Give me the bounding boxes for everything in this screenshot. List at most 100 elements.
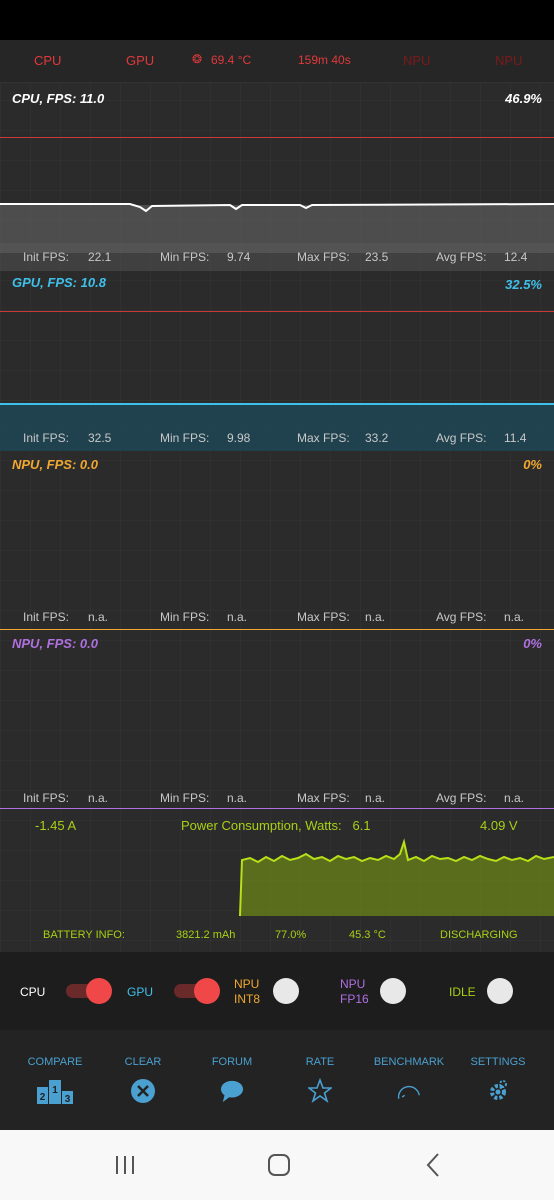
npu-indicator-1: NPU (403, 53, 431, 68)
thermometer-icon: ❂ (192, 52, 203, 66)
forum-button[interactable]: FORUM (186, 1030, 278, 1130)
gpu-max-label: Max FPS: (297, 431, 350, 445)
npu-fp16-min-value: n.a. (227, 791, 248, 805)
gpu-avg-label: Avg FPS: (436, 431, 487, 445)
cpu-avg-value: 12.4 (504, 250, 528, 264)
status-bar (0, 0, 554, 40)
npu-indicator-2: NPU (495, 53, 523, 68)
podium-third: 3 (65, 1094, 71, 1104)
recent-apps-icon[interactable] (105, 1148, 145, 1182)
compare-button[interactable]: COMPARE 2 1 3 (9, 1030, 101, 1130)
npu-int8-fps: 0.0 (79, 457, 98, 472)
settings-button[interactable]: SETTINGS (452, 1030, 544, 1130)
npu-fp16-title: NPU, FPS: 0.0 (12, 636, 98, 651)
npu-int8-toggle-label: NPU INT8 (234, 977, 261, 1006)
podium-second: 2 (40, 1092, 46, 1103)
cpu-max-label: Max FPS: (297, 250, 350, 264)
npu-fp16-avg-value: n.a. (504, 791, 525, 805)
npu-fp16-max-value: n.a. (365, 791, 386, 805)
gpu-toggle[interactable] (174, 978, 226, 1004)
star-icon (308, 1078, 332, 1104)
cpu-toggle-label: CPU (20, 985, 46, 999)
battery-info: BATTERY INFO: 3821.2 mAh 77.0% 45.3 °C D… (0, 920, 554, 950)
cpu-stats: Init FPS: 22.1 Min FPS: 9.74 Max FPS: 23… (0, 243, 554, 271)
npu-fp16-toggle[interactable] (379, 978, 431, 1004)
chat-bubble-icon (220, 1080, 244, 1103)
cpu-max-value: 23.5 (365, 250, 389, 264)
power-graph-fill (240, 842, 554, 916)
npu-int8-max-value: n.a. (365, 610, 386, 624)
rate-button[interactable]: RATE (274, 1030, 366, 1130)
battery-level: 77.0% (275, 929, 307, 941)
cpu-toggle[interactable] (66, 978, 118, 1004)
gear-icon (490, 1080, 507, 1100)
app-area: CPU GPU ❂ 69.4 °C 159m 40s NPU NPU CPU, … (0, 40, 554, 1130)
gpu-avg-value: 11.4 (504, 431, 527, 445)
npu-fp16-load: 0% (523, 636, 542, 651)
battery-status: DISCHARGING (440, 929, 518, 941)
top-bar: CPU GPU ❂ 69.4 °C 159m 40s NPU NPU (0, 40, 554, 83)
home-icon[interactable] (259, 1148, 299, 1182)
compare-label: COMPARE (27, 1056, 83, 1068)
gpu-max-value: 33.2 (365, 431, 389, 445)
gpu-init-label: Init FPS: (23, 431, 70, 445)
cpu-min-label: Min FPS: (160, 250, 210, 264)
npu-fp16-stats: Init FPS: n.a. Min FPS: n.a. Max FPS: n.… (0, 788, 554, 808)
npu-int8-avg-label: Avg FPS: (436, 610, 487, 624)
cpu-min-value: 9.74 (227, 250, 251, 264)
npu-fp16-toggle-label: NPU FP16 (340, 977, 369, 1006)
npu-int8-init-value: n.a. (88, 610, 109, 624)
idle-toggle[interactable] (486, 978, 538, 1004)
system-nav-bar (0, 1130, 554, 1200)
npu-fp16-fps: 0.0 (79, 636, 98, 651)
elapsed-time: 159m 40s (298, 53, 351, 67)
npu-int8-toggle[interactable] (272, 978, 324, 1004)
back-icon[interactable] (414, 1148, 454, 1182)
rate-label: RATE (305, 1056, 335, 1068)
npu-int8-stats: Init FPS: n.a. Min FPS: n.a. Max FPS: n.… (0, 607, 554, 627)
power-graph (239, 838, 554, 916)
cpu-load: 46.9% (505, 91, 542, 106)
npu-fp16-baseline (0, 808, 554, 809)
gpu-indicator: GPU (126, 53, 155, 68)
cpu-indicator: CPU (34, 53, 62, 68)
toggle-bar: CPU GPU NPU INT8 NPU FP16 IDLE (0, 952, 554, 1030)
npu-fp16-max-label: Max FPS: (297, 791, 350, 805)
battery-capacity: 3821.2 mAh (176, 929, 236, 941)
gpu-stats: Init FPS: 32.5 Min FPS: 9.98 Max FPS: 33… (0, 427, 554, 451)
npu-int8-avg-value: n.a. (504, 610, 525, 624)
gpu-panel: GPU, FPS: 10.8 32.5% Init FPS: 32.5 Min … (0, 271, 554, 451)
npu-int8-panel: NPU, FPS: 0.0 0% Init FPS: n.a. Min FPS:… (0, 451, 554, 630)
npu-fp16-min-label: Min FPS: (160, 791, 210, 805)
speedometer-icon (397, 1085, 420, 1099)
battery-temperature: 45.3 °C (349, 929, 386, 941)
cpu-avg-label: Avg FPS: (436, 250, 487, 264)
idle-toggle-label: IDLE (449, 985, 476, 999)
clear-button[interactable]: CLEAR (97, 1030, 189, 1130)
cpu-panel: CPU, FPS: 11.0 46.9% Init FPS: 22.1 Min … (0, 83, 554, 271)
gpu-min-label: Min FPS: (160, 431, 210, 445)
cpu-title: CPU, FPS: 11.0 (12, 91, 105, 106)
gpu-load: 32.5% (505, 277, 542, 292)
cpu-init-label: Init FPS: (23, 250, 70, 264)
clear-label: CLEAR (124, 1056, 162, 1068)
forum-label: FORUM (211, 1056, 253, 1068)
npu-int8-init-label: Init FPS: (23, 610, 70, 624)
npu-fp16-init-value: n.a. (88, 791, 109, 805)
gpu-max-line (0, 311, 554, 312)
cpu-init-value: 22.1 (88, 250, 112, 264)
gpu-init-value: 32.5 (88, 431, 112, 445)
battery-label: BATTERY INFO: (43, 929, 125, 941)
cpu-fps: 11.0 (79, 91, 105, 106)
settings-label: SETTINGS (470, 1056, 526, 1068)
gpu-fps: 10.8 (80, 275, 106, 290)
benchmark-button[interactable]: BENCHMARK (363, 1030, 455, 1130)
npu-fp16-avg-label: Avg FPS: (436, 791, 487, 805)
podium-icon: 2 1 3 (37, 1080, 73, 1104)
bottom-nav: COMPARE 2 1 3 CLEAR FORUM RATE BENCHMARK… (0, 1030, 554, 1130)
npu-int8-load: 0% (523, 457, 542, 472)
npu-fp16-panel: NPU, FPS: 0.0 0% Init FPS: n.a. Min FPS:… (0, 630, 554, 809)
npu-int8-min-value: n.a. (227, 610, 248, 624)
npu-int8-title: NPU, FPS: 0.0 (12, 457, 98, 472)
gpu-toggle-label: GPU (127, 985, 154, 999)
